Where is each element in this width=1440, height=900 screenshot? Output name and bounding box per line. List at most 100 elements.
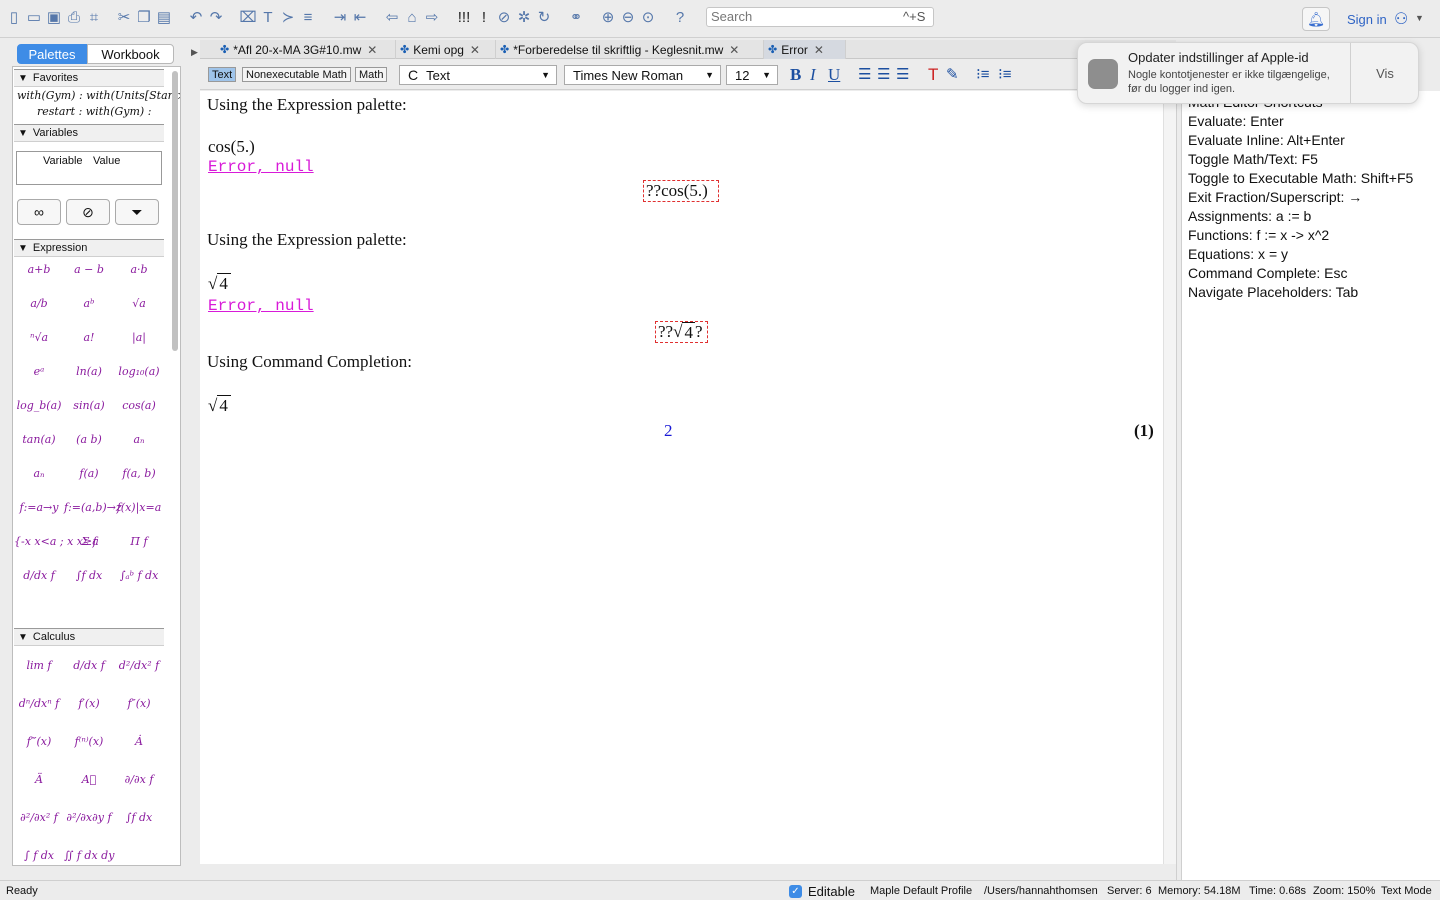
palette-item[interactable]: a/b [14, 297, 64, 310]
palette-scrollbar[interactable] [172, 71, 178, 351]
document-canvas[interactable]: Using the Expression palette: cos(5.) Er… [200, 91, 1163, 864]
palette-item[interactable]: a! [64, 331, 114, 344]
document-scrollbar[interactable] [1163, 91, 1176, 864]
palette-item[interactable]: d/dx f [64, 659, 114, 672]
palette-item[interactable]: f:=(a,b)→z [64, 501, 122, 514]
execution-prompt-icon[interactable]: ≻ [278, 6, 298, 28]
tab-workbook[interactable]: Workbook [87, 44, 174, 64]
tab-document[interactable]: ✤ *Forberedelse til skriftlig - Keglesni… [496, 40, 764, 59]
bullet-list-icon[interactable]: ⁝≡ [976, 65, 990, 83]
align-left-icon[interactable]: ☰ [858, 65, 871, 83]
palette-item[interactable]: aᵇ [64, 297, 114, 310]
crop-icon[interactable]: ⌗ [84, 6, 104, 28]
editable-label[interactable]: Editable [808, 884, 855, 899]
tab-document[interactable]: ✤ Kemi opg ✕ [396, 40, 496, 59]
palette-item[interactable]: a·b [114, 263, 164, 276]
tab-palettes[interactable]: Palettes [17, 44, 87, 64]
notification-show-button[interactable]: Vis [1350, 66, 1420, 81]
palette-item[interactable]: eᵃ [14, 365, 64, 378]
math-output[interactable]: 2 [664, 421, 673, 441]
nonexecutable-math-button[interactable]: Nonexecutable Math [242, 67, 351, 82]
palette-item[interactable]: lim f [14, 659, 64, 672]
column-header-variable[interactable]: Variable [43, 155, 83, 167]
palette-header-expression[interactable]: ▼ Expression [14, 239, 164, 257]
link-icon[interactable]: ⚭ [566, 6, 586, 28]
save-icon[interactable]: ▣ [44, 6, 64, 28]
palette-item[interactable]: f‴(x) [14, 735, 64, 748]
palette-header-variables[interactable]: ▼ Variables [14, 124, 164, 142]
palette-item[interactable]: √a [114, 297, 164, 310]
palette-item[interactable]: ∂²/∂x∂y f [64, 811, 114, 824]
restart-icon[interactable]: ↻ [534, 6, 554, 28]
palette-item[interactable]: log₁₀(a) [114, 365, 164, 378]
favorite-item[interactable]: with(Gym) : with(Units[Stanc [17, 89, 180, 102]
palette-item[interactable]: aₙ [114, 433, 164, 446]
palette-item[interactable]: f:=a→y [14, 501, 64, 514]
forward-icon[interactable]: ⇨ [422, 6, 442, 28]
show-variables-button[interactable]: ∞ [17, 199, 61, 225]
error-message[interactable]: Error, null [208, 297, 314, 315]
hide-variables-button[interactable]: ⊘ [66, 199, 110, 225]
palette-item[interactable]: Ä [14, 773, 64, 786]
tab-document-active[interactable]: ✤ Error ✕ [764, 40, 846, 59]
align-right-icon[interactable]: ☰ [896, 65, 909, 83]
palette-item[interactable]: ∂/∂x f [114, 773, 164, 786]
column-header-value[interactable]: Value [93, 155, 120, 167]
palette-header-favorites[interactable]: ▼ Favorites [14, 69, 164, 87]
math-input[interactable]: cos(5.) [208, 137, 255, 157]
equation-label[interactable]: (1) [1134, 421, 1154, 441]
palette-item[interactable]: sin(a) [64, 399, 114, 412]
palette-item[interactable]: tan(a) [14, 433, 64, 446]
align-center-icon[interactable]: ☰ [877, 65, 890, 83]
system-notification[interactable]: Opdater indstillinger af Apple-id Nogle … [1077, 42, 1419, 104]
sign-in-link[interactable]: Sign in [1347, 12, 1387, 27]
palette-item[interactable]: (a b) [64, 433, 114, 446]
palette-item[interactable]: ∂²/∂x² f [14, 811, 64, 824]
palette-item[interactable]: ln(a) [64, 365, 114, 378]
indent-icon[interactable]: ⇥ [330, 6, 350, 28]
error-message[interactable]: Error, null [208, 158, 314, 176]
checkmark-icon[interactable]: ✓ [789, 885, 802, 898]
notification-bell-icon[interactable]: 🔔︎ [1302, 7, 1330, 31]
debug-icon[interactable]: ✲ [514, 6, 534, 28]
close-icon[interactable]: ✕ [729, 43, 739, 57]
palette-item[interactable]: cos(a) [114, 399, 164, 412]
cut-icon[interactable]: ✂ [114, 6, 134, 28]
math-input-sqrt[interactable]: √ 4 [208, 273, 231, 294]
highlight-icon[interactable]: ✎ [946, 65, 959, 83]
palette-header-calculus[interactable]: ▼ Calculus [14, 628, 164, 646]
palette-item[interactable]: ∫ f dx [14, 849, 64, 862]
error-output-box[interactable]: ?? √ 4? [655, 321, 708, 343]
zoom-reset-icon[interactable]: ⊙ [638, 6, 658, 28]
outdent-icon[interactable]: ⇤ [350, 6, 370, 28]
open-folder-icon[interactable]: ▭ [24, 6, 44, 28]
palette-item[interactable]: d/dx f [14, 569, 64, 582]
help-icon[interactable]: ? [670, 6, 690, 28]
close-icon[interactable]: ✕ [470, 43, 480, 57]
style-select[interactable]: С Text ▼ [399, 65, 557, 85]
palette-item[interactable]: ∬ f dx dy [64, 849, 114, 862]
palette-item[interactable]: aₙ [14, 467, 64, 480]
text-paragraph[interactable]: Using the Expression palette: [207, 230, 407, 250]
back-icon[interactable]: ⇦ [382, 6, 402, 28]
italic-icon[interactable]: I [810, 65, 816, 85]
palette-item[interactable]: f′(x) [64, 697, 114, 710]
home-icon[interactable]: ⌂ [402, 6, 422, 28]
paragraph-icon[interactable]: ≡ [298, 6, 318, 28]
stop-icon[interactable]: ⊘ [494, 6, 514, 28]
close-icon[interactable]: ✕ [814, 43, 824, 57]
execute-all-icon[interactable]: !!! [454, 6, 474, 28]
collapse-panel-icon[interactable]: ▶ [191, 47, 198, 58]
font-select[interactable]: Times New Roman ▼ [564, 65, 721, 85]
palette-item[interactable]: a+b [14, 263, 64, 276]
palette-item[interactable]: {-x x<a ; x x≥a [14, 535, 99, 548]
palette-item[interactable]: log_b(a) [14, 399, 64, 412]
underline-icon[interactable]: U [828, 65, 840, 85]
favorite-item[interactable]: restart : with(Gym) : [37, 105, 151, 118]
error-output-box[interactable]: ??cos(5.) [643, 180, 719, 202]
palette-item[interactable]: A⃛ [64, 773, 114, 786]
search-input[interactable]: Search [706, 7, 934, 27]
tab-document[interactable]: ✤ *Afl 20-x-MA 3G#10.mw ✕ [216, 40, 396, 59]
palette-item[interactable]: dⁿ/dxⁿ f [14, 697, 64, 710]
new-document-icon[interactable]: ▯ [4, 6, 24, 28]
